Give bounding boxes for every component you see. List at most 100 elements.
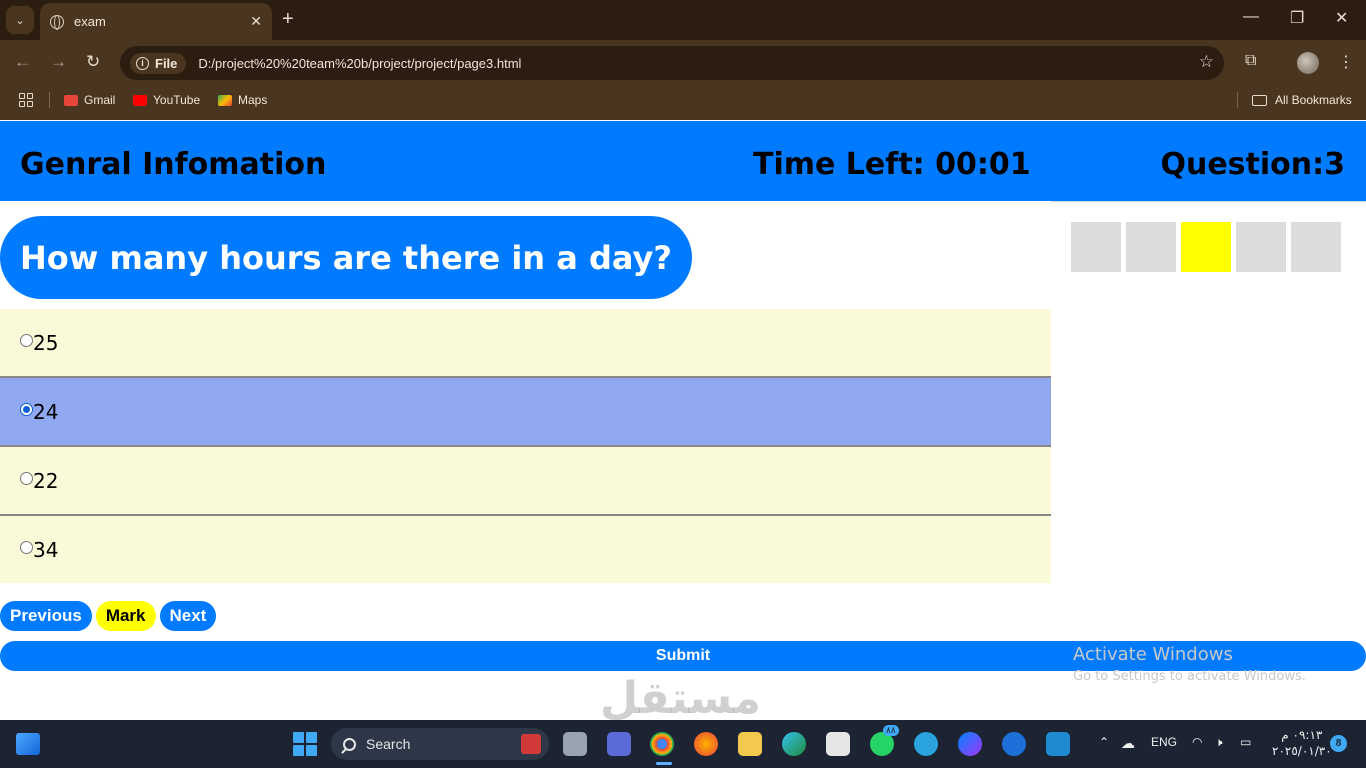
messenger-icon[interactable]: [958, 732, 982, 756]
reload-icon[interactable]: ↻: [86, 52, 100, 72]
previous-button[interactable]: Previous: [0, 601, 92, 631]
tracker-box[interactable]: [1291, 222, 1341, 272]
option-label: 25: [33, 330, 59, 355]
subject-title: Genral Infomation: [20, 147, 327, 182]
tab-title: exam: [74, 14, 106, 29]
bookmark-youtube[interactable]: YouTube: [133, 93, 200, 107]
clock-time: ٠٩:١٣ م: [1281, 728, 1323, 742]
battery-icon[interactable]: ▭: [1240, 735, 1251, 749]
firefox-icon[interactable]: [694, 732, 718, 756]
file-explorer-icon[interactable]: [738, 732, 762, 756]
vscode-icon[interactable]: [1046, 732, 1070, 756]
time-left: Time Left: 00:01: [753, 147, 1031, 182]
task-view-icon[interactable]: [563, 732, 587, 756]
question-tracker: [1071, 222, 1346, 272]
answer-option[interactable]: 25: [0, 309, 1051, 378]
gmail-icon: [64, 94, 78, 106]
site-info-label: File: [155, 55, 178, 71]
bookmark-label: Gmail: [84, 93, 116, 107]
browser-tab-strip: ⌄ exam ✕ + — ❐ ✕: [0, 0, 1366, 40]
gift-icon: [521, 734, 541, 754]
menu-icon[interactable]: ⋮: [1338, 52, 1354, 72]
tracker-box[interactable]: [1071, 222, 1121, 272]
cloud-icon[interactable]: ☁: [1121, 735, 1135, 752]
header-divider: [1051, 201, 1366, 202]
answer-option[interactable]: 34: [0, 516, 1051, 583]
answer-options: 25 24 22 34: [0, 309, 1051, 583]
back-icon[interactable]: ←: [14, 52, 31, 72]
new-tab-icon[interactable]: +: [282, 8, 294, 31]
info-icon: i: [136, 56, 149, 70]
browser-tab[interactable]: exam ✕: [40, 3, 272, 40]
option-label: 34: [33, 537, 59, 562]
windows-taskbar: Search ٨٨ ⌃ ☁ ENG ◠ 🕨 ▭ ٠٩:١٣ م ٢٠٢٥/٠١/…: [0, 720, 1366, 768]
bookmarks-divider: [49, 92, 50, 108]
tracker-box[interactable]: [1126, 222, 1176, 272]
radio-button[interactable]: [20, 541, 33, 554]
mark-button[interactable]: Mark: [95, 601, 156, 631]
extensions-icon[interactable]: ⧉: [1245, 52, 1256, 70]
active-app-indicator: [656, 762, 672, 765]
exam-header: Genral Infomation Time Left: 00:01 Quest…: [0, 121, 1366, 201]
bookmarks-divider: [1237, 92, 1238, 108]
address-bar[interactable]: i File D:/project%20%20team%20b/project/…: [120, 46, 1224, 80]
widgets-icon[interactable]: [16, 733, 40, 755]
all-bookmarks-label: All Bookmarks: [1275, 93, 1352, 107]
clock-date: ٢٠٢٥/٠١/٣٠: [1272, 744, 1332, 758]
option-label: 24: [33, 399, 59, 424]
folder-icon: [1252, 94, 1267, 106]
browser-toolbar: ← → ↻ i File D:/project%20%20team%20b/pr…: [0, 40, 1366, 86]
volume-muted-icon[interactable]: 🕨: [1215, 735, 1223, 750]
apps-icon[interactable]: [19, 93, 33, 107]
language-indicator[interactable]: ENG: [1151, 735, 1177, 749]
radio-button[interactable]: [20, 472, 33, 485]
activate-title: Activate Windows: [1073, 644, 1233, 665]
bookmark-maps[interactable]: Maps: [218, 93, 267, 107]
activate-windows-notice: Activate Windows Go to Settings to activ…: [1073, 644, 1306, 684]
answer-option-selected[interactable]: 24: [0, 378, 1051, 447]
bookmark-label: YouTube: [153, 93, 201, 107]
notification-badge[interactable]: 8: [1330, 735, 1347, 752]
globe-icon: [50, 14, 64, 30]
taskbar-search[interactable]: Search: [331, 728, 549, 760]
question-number: Question:3: [1160, 147, 1345, 182]
url-text[interactable]: D:/project%20%20team%20b/project/project…: [198, 56, 521, 71]
bookmark-star-icon[interactable]: ☆: [1199, 52, 1214, 72]
profile-avatar[interactable]: [1297, 52, 1319, 74]
all-bookmarks[interactable]: All Bookmarks: [1252, 93, 1352, 107]
edge-icon[interactable]: [782, 732, 806, 756]
tab-search-icon[interactable]: ⌄: [6, 6, 34, 34]
bookmark-label: Maps: [238, 93, 268, 107]
youtube-icon: [133, 94, 147, 106]
chrome-icon[interactable]: [650, 732, 674, 756]
minimize-icon[interactable]: —: [1243, 8, 1259, 26]
browser-app-icon[interactable]: [1002, 732, 1026, 756]
next-button[interactable]: Next: [159, 601, 217, 631]
tracker-box[interactable]: [1236, 222, 1286, 272]
answer-option[interactable]: 22: [0, 447, 1051, 516]
search-label: Search: [366, 736, 411, 752]
watermark-logo: مستقل: [600, 673, 761, 724]
chevron-up-icon[interactable]: ⌃: [1099, 735, 1109, 749]
site-info-chip[interactable]: i File: [130, 52, 187, 74]
window-close-icon[interactable]: ✕: [1335, 8, 1348, 28]
forward-icon[interactable]: →: [50, 52, 67, 72]
teams-icon[interactable]: [607, 732, 631, 756]
wifi-icon[interactable]: ◠: [1192, 735, 1202, 749]
bookmark-gmail[interactable]: Gmail: [64, 93, 115, 107]
maps-icon: [218, 94, 232, 106]
start-button-icon[interactable]: [293, 732, 317, 756]
system-clock[interactable]: ٠٩:١٣ م ٢٠٢٥/٠١/٣٠: [1272, 727, 1332, 759]
bookmarks-bar: [0, 86, 1366, 120]
close-tab-icon[interactable]: ✕: [250, 13, 262, 30]
activate-subtitle: Go to Settings to activate Windows.: [1073, 669, 1306, 684]
telegram-icon[interactable]: [914, 732, 938, 756]
radio-button-checked[interactable]: [20, 403, 33, 416]
navigation-buttons: Previous Mark Next: [0, 601, 220, 631]
search-icon: [343, 737, 356, 751]
radio-button[interactable]: [20, 334, 33, 347]
store-icon[interactable]: [826, 732, 850, 756]
restore-icon[interactable]: ❐: [1290, 8, 1304, 28]
question-text: How many hours are there in a day?: [0, 216, 692, 299]
tracker-box-current[interactable]: [1181, 222, 1231, 272]
